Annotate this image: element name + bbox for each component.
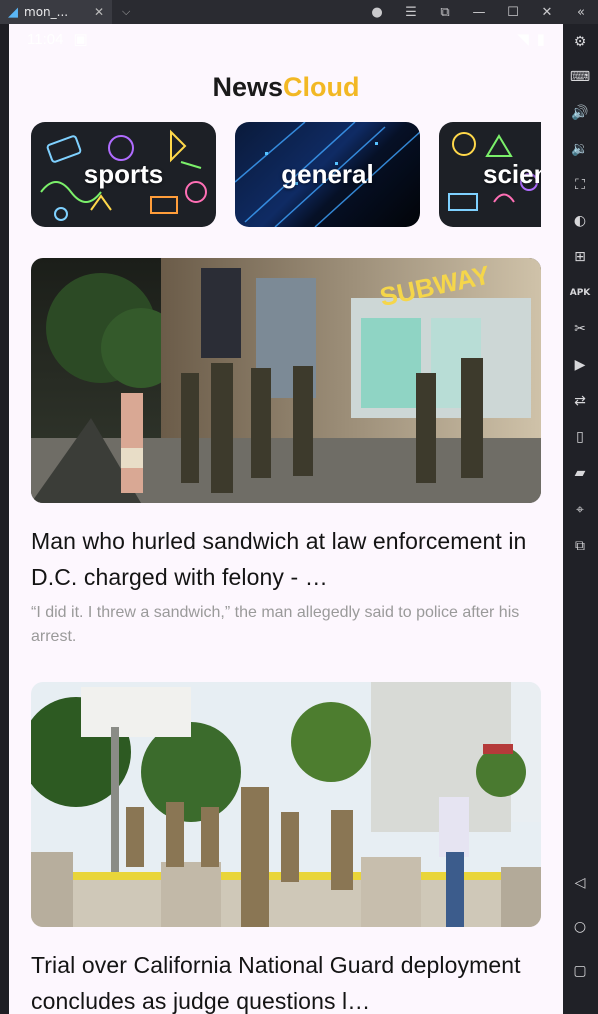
popout-icon[interactable]: ⧉ bbox=[428, 5, 462, 20]
close-window-icon[interactable]: ✕ bbox=[530, 5, 564, 20]
app-title-cloud: Cloud bbox=[283, 72, 360, 102]
shake-icon[interactable]: ◐ bbox=[570, 211, 590, 231]
article-description: “I did it. I threw a sandwich,” the man … bbox=[31, 604, 520, 645]
install-icon[interactable]: ⊞ bbox=[570, 247, 590, 267]
category-label: science bbox=[483, 159, 541, 189]
volume-up-icon[interactable]: 🔊 bbox=[570, 103, 590, 123]
record-icon[interactable]: ▶ bbox=[570, 355, 590, 375]
article-card[interactable]: Trial over California National Guard dep… bbox=[31, 682, 541, 1014]
category-label: sports bbox=[83, 159, 164, 189]
article-headline[interactable]: Trial over California National Guard dep… bbox=[31, 947, 541, 1014]
article-image[interactable]: SUBWAY bbox=[31, 258, 541, 503]
emulator-toolbar: ⚙ ⌨ 🔊 🔉 ⛶ ◐ ⊞ APK ✂ ▶ ⇄ ▯ ▰ ⌖ ⧉ ◁ ○ ▢ bbox=[563, 24, 598, 1014]
app-title: NewsCloud bbox=[9, 72, 563, 103]
wifi-icon: ◥ bbox=[517, 31, 529, 48]
article-headline[interactable]: Man who hurled sandwich at law enforceme… bbox=[31, 523, 541, 595]
window-tab[interactable]: ◢ mon_... ✕ bbox=[0, 0, 112, 24]
flutter-icon: ◢ bbox=[8, 4, 18, 20]
category-label: general bbox=[281, 159, 374, 189]
rotate-icon[interactable]: ▯ bbox=[570, 427, 590, 447]
back-icon[interactable]: ◁ bbox=[570, 873, 590, 893]
location-icon[interactable]: ⌖ bbox=[570, 500, 590, 520]
recents-icon[interactable]: ▢ bbox=[570, 961, 590, 981]
account-icon[interactable]: ● bbox=[360, 5, 394, 20]
window-titlebar: ◢ mon_... ✕ ⌵ ● ☰ ⧉ — ☐ ✕ « bbox=[0, 0, 598, 24]
keyboard-icon[interactable]: ⌨ bbox=[570, 67, 590, 87]
home-icon[interactable]: ○ bbox=[570, 917, 590, 937]
article-card[interactable]: SUBWAY Man who hurled sandwich at law en… bbox=[31, 258, 541, 649]
cut-icon[interactable]: ✂ bbox=[570, 319, 590, 339]
folder-icon[interactable]: ▰ bbox=[570, 463, 590, 483]
volume-down-icon[interactable]: 🔉 bbox=[570, 139, 590, 159]
category-carousel[interactable]: sports general scie bbox=[31, 122, 541, 228]
settings-icon[interactable]: ⚙ bbox=[570, 32, 590, 52]
tab-title: mon_... bbox=[24, 5, 69, 19]
tab-dropdown-icon[interactable]: ⌵ bbox=[122, 6, 130, 19]
menu-icon[interactable]: ☰ bbox=[394, 5, 428, 20]
collapse-panel-icon[interactable]: « bbox=[564, 5, 598, 20]
app-title-news: News bbox=[212, 72, 284, 102]
minimize-icon[interactable]: — bbox=[462, 5, 496, 20]
maximize-icon[interactable]: ☐ bbox=[496, 5, 530, 20]
sync-icon[interactable]: ⇄ bbox=[570, 391, 590, 411]
battery-icon: ▮ bbox=[536, 31, 545, 48]
status-time: 11:04 bbox=[27, 30, 64, 48]
category-card-sports[interactable]: sports bbox=[31, 122, 216, 227]
street-night-officers-photo: SUBWAY bbox=[31, 258, 541, 503]
multi-window-icon[interactable]: ⧉ bbox=[570, 536, 590, 556]
article-image[interactable] bbox=[31, 682, 541, 927]
apk-icon[interactable]: APK bbox=[570, 283, 591, 303]
phone-screen: 11:04 ▣ ◥ ▮ NewsCloud sports general sci… bbox=[9, 24, 563, 1014]
notification-icon: ▣ bbox=[73, 31, 88, 48]
category-card-general[interactable]: general bbox=[235, 122, 420, 227]
status-bar: 11:04 ▣ ◥ ▮ bbox=[9, 24, 563, 54]
national-guard-photo bbox=[31, 682, 541, 927]
screenshot-icon[interactable]: ⛶ bbox=[570, 175, 590, 195]
tab-close-icon[interactable]: ✕ bbox=[94, 5, 104, 19]
category-card-science[interactable]: science bbox=[439, 122, 541, 227]
